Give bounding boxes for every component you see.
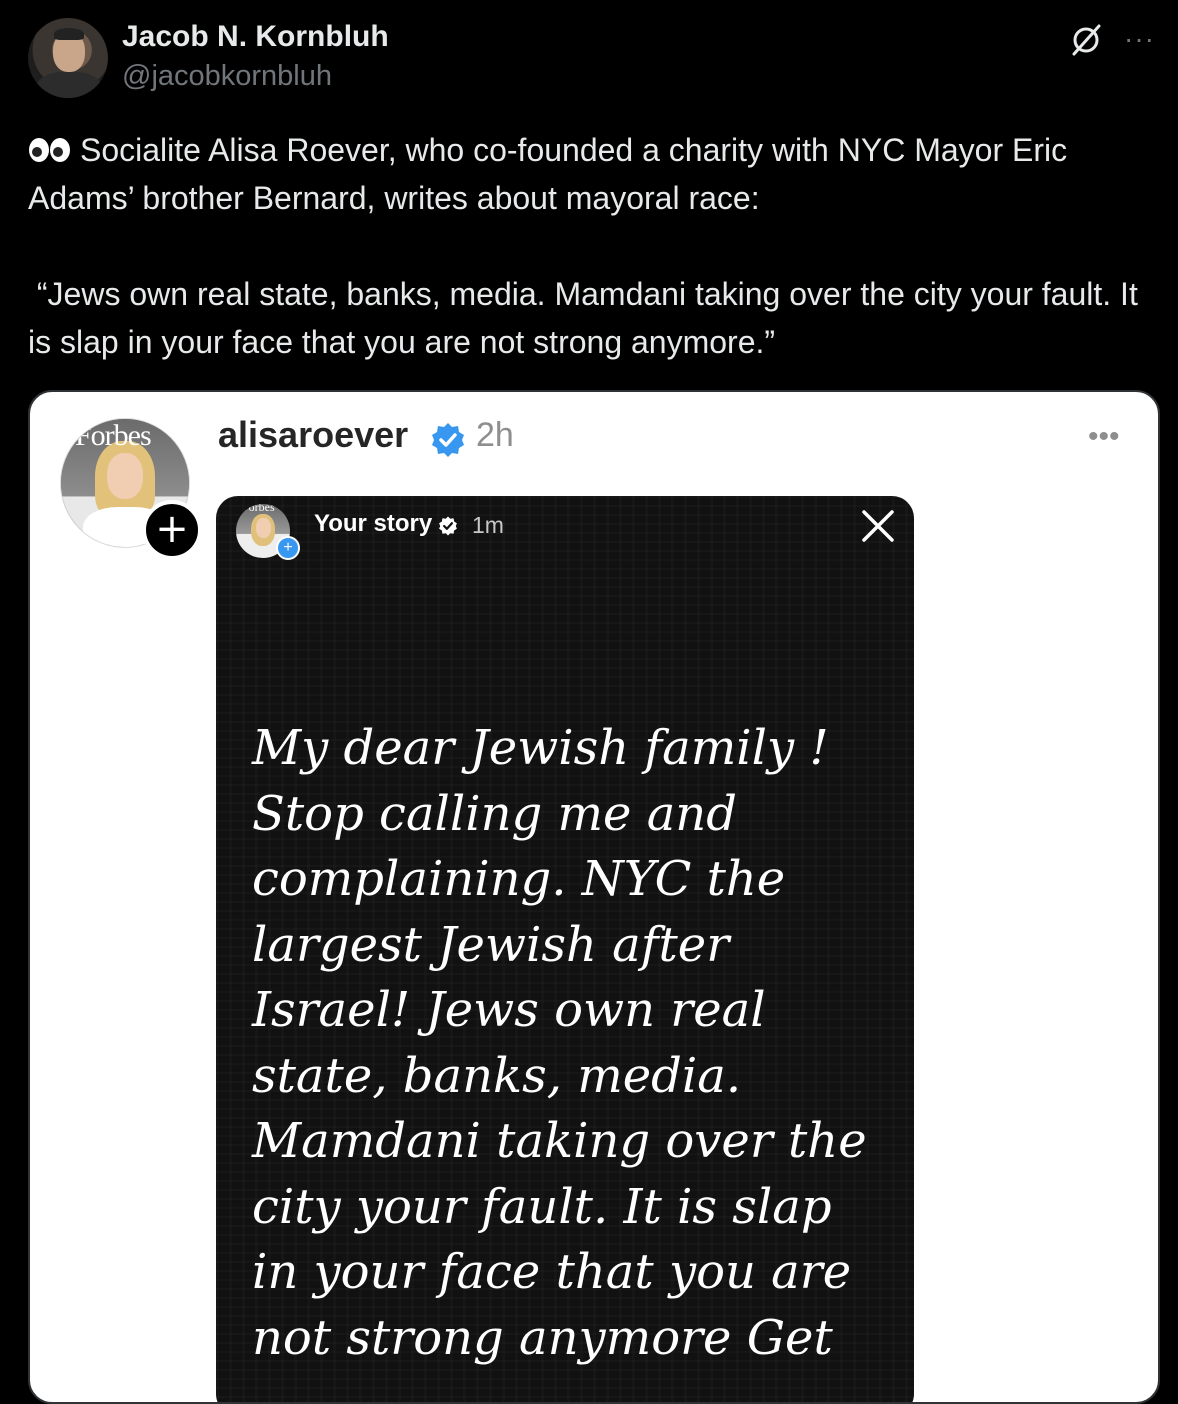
story-time: 1m bbox=[472, 512, 504, 538]
author-display-name[interactable]: Jacob N. Kornbluh bbox=[122, 20, 389, 54]
ig-more-options-icon[interactable]: ••• bbox=[1088, 420, 1120, 454]
author-handle[interactable]: @jacobkornbluh bbox=[122, 60, 332, 93]
story-verified-icon bbox=[439, 516, 457, 536]
story-avatar-brand: Forbes bbox=[242, 504, 275, 514]
close-icon bbox=[862, 510, 894, 542]
story-handwritten-text: My dear Jewish family ! Stop calling me … bbox=[252, 720, 867, 1366]
tweet-text: Socialite Alisa Roever, who co-founded a… bbox=[28, 126, 1158, 366]
tweet-header: Jacob N. Kornbluh @jacobkornbluh ··· bbox=[0, 0, 1178, 110]
ig-post-time: 2h bbox=[476, 416, 514, 454]
tweet-body: Socialite Alisa Roever, who co-founded a… bbox=[28, 132, 1138, 360]
ig-add-story-button[interactable]: + bbox=[142, 500, 202, 560]
verified-badge-icon bbox=[432, 423, 464, 457]
story-label: Your story bbox=[314, 510, 433, 537]
grok-icon[interactable] bbox=[1068, 22, 1104, 58]
author-avatar[interactable] bbox=[28, 18, 108, 98]
ig-username[interactable]: alisaroever bbox=[218, 414, 408, 456]
embedded-media[interactable]: Forbes + alisaroever 2h ••• Forbes + You… bbox=[28, 390, 1160, 1404]
story-add-icon: + bbox=[276, 536, 300, 560]
ig-avatar-brand: Forbes bbox=[75, 419, 152, 452]
story-screenshot: Forbes + Your story 1m My dear Jewish fa… bbox=[216, 496, 914, 1402]
more-options-icon[interactable]: ··· bbox=[1124, 24, 1158, 54]
eyes-emoji-icon bbox=[29, 138, 70, 162]
